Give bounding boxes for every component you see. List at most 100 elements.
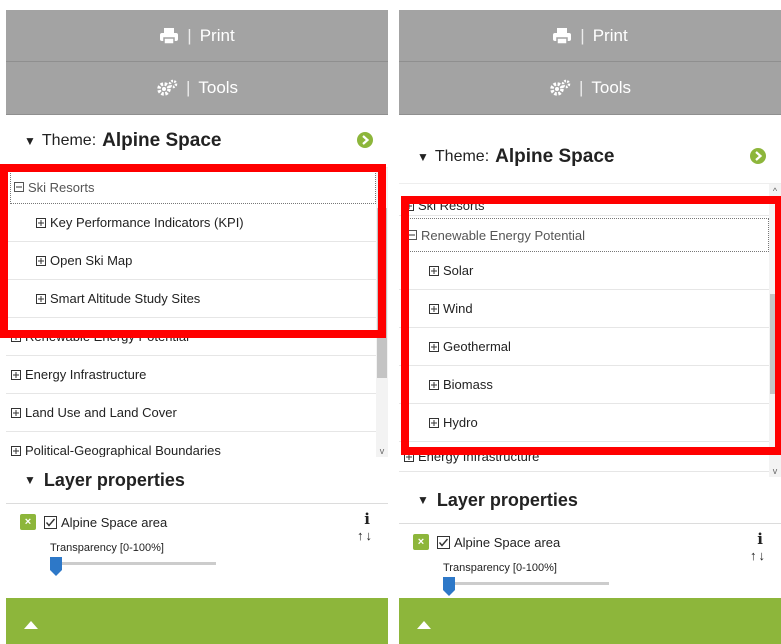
tree-scrollbar[interactable]: ^ v — [769, 184, 781, 477]
tree-item-open-ski-map[interactable]: Open Ski Map — [6, 242, 378, 280]
expand-icon — [429, 417, 439, 428]
theme-prefix: Theme: — [41, 132, 97, 149]
separator: | — [578, 78, 584, 97]
caret-down-icon: ▼ — [24, 134, 36, 148]
printer-icon — [159, 27, 179, 45]
tree-item-ski-resorts[interactable]: Ski Resorts — [10, 170, 376, 204]
tree-item-label: Geothermal — [443, 339, 511, 354]
layer-properties-area: × Alpine Space area i ↑↓ Transparency [0… — [6, 503, 388, 589]
tree-item-label: Energy Infrastructure — [418, 449, 540, 464]
print-label: Print — [199, 25, 235, 45]
layer-tree: Ski Resorts Renewable Energy Potential S… — [399, 183, 781, 477]
reorder-arrows-icon[interactable]: ↑↓ — [750, 548, 767, 563]
tree-scrollbar[interactable]: ^ v — [376, 168, 388, 457]
tree-item-geothermal[interactable]: Geothermal — [399, 328, 771, 366]
tree-item-wind[interactable]: Wind — [399, 290, 771, 328]
tools-button[interactable]: | Tools — [6, 62, 388, 115]
layer-properties-header[interactable]: ▼ Layer properties — [399, 477, 781, 523]
caret-down-icon: ▼ — [417, 493, 429, 507]
tools-button[interactable]: | Tools — [399, 62, 781, 115]
layer-properties-title: Layer properties — [436, 489, 578, 510]
expand-icon — [36, 293, 46, 304]
expand-icon — [11, 407, 21, 418]
expand-icon — [429, 341, 439, 352]
gears-icon — [156, 79, 178, 97]
theme-name: Alpine Space — [495, 146, 615, 167]
transparency-slider[interactable] — [443, 582, 609, 585]
layer-checkbox[interactable] — [44, 515, 57, 529]
layer-properties-header[interactable]: ▼ Layer properties — [6, 457, 388, 503]
print-button[interactable]: | Print — [399, 10, 781, 62]
layer-properties-area: × Alpine Space area i ↑↓ Transparency [0… — [399, 523, 781, 596]
tree-item-label: Hydro — [443, 415, 478, 430]
tree-item-energy-infrastructure[interactable]: Energy Infrastructure — [399, 442, 781, 472]
scrollbar-thumb[interactable] — [770, 294, 780, 394]
tree-item-land-use[interactable]: Land Use and Land Cover — [6, 394, 388, 432]
layer-checkbox[interactable] — [437, 535, 450, 549]
bottom-toggle-bar[interactable] — [399, 598, 781, 644]
expand-icon — [404, 451, 414, 462]
tree-item-biomass[interactable]: Biomass — [399, 366, 771, 404]
bottom-toggle-bar[interactable] — [6, 598, 388, 644]
collapse-icon — [14, 182, 24, 192]
tree-item-label: Renewable Energy Potential — [25, 329, 190, 344]
tree-item-solar[interactable]: Solar — [399, 252, 771, 290]
scroll-up-icon[interactable]: ^ — [769, 186, 781, 196]
tree-item-label: Wind — [443, 301, 473, 316]
theme-prefix: Theme: — [434, 148, 490, 165]
print-button[interactable]: | Print — [6, 10, 388, 62]
go-arrow-icon[interactable] — [357, 132, 373, 153]
tools-label: Tools — [591, 78, 632, 97]
caret-down-icon: ▼ — [24, 473, 36, 487]
gears-icon — [549, 79, 571, 97]
transparency-slider[interactable] — [50, 562, 216, 565]
tree-item-label: Solar — [443, 263, 474, 278]
scroll-down-icon[interactable]: v — [376, 446, 388, 456]
tree-item-label: Ski Resorts — [28, 179, 95, 195]
tree-item-smart-altitude[interactable]: Smart Altitude Study Sites — [6, 280, 378, 318]
scroll-down-icon[interactable]: v — [769, 466, 781, 476]
tree-item-ski-resorts[interactable]: Ski Resorts — [399, 184, 781, 216]
tree-item-energy-infrastructure[interactable]: Energy Infrastructure — [6, 356, 388, 394]
slider-handle[interactable] — [50, 557, 62, 576]
tree-item-kpi[interactable]: Key Performance Indicators (KPI) — [6, 204, 378, 242]
expand-icon — [404, 200, 414, 211]
go-arrow-icon[interactable] — [750, 148, 766, 169]
tree-item-renewable-energy[interactable]: Renewable Energy Potential — [403, 218, 769, 252]
collapse-icon — [407, 230, 417, 240]
slider-handle[interactable] — [443, 577, 455, 596]
theme-selector[interactable]: ▼ Theme: Alpine Space — [6, 115, 388, 167]
expand-icon — [429, 303, 439, 314]
expand-icon — [11, 445, 21, 456]
layer-tree: Ski Resorts Key Performance Indicators (… — [6, 167, 388, 457]
remove-layer-icon[interactable]: × — [20, 514, 36, 530]
tree-item-label: Land Use and Land Cover — [25, 405, 177, 420]
transparency-label: Transparency [0-100%] — [50, 542, 164, 554]
tree-item-label: Ski Resorts — [418, 198, 485, 213]
reorder-arrows-icon[interactable]: ↑↓ — [357, 528, 374, 543]
scroll-up-icon[interactable]: ^ — [376, 170, 388, 180]
caret-up-icon — [24, 616, 38, 634]
info-icon[interactable]: i — [364, 510, 370, 528]
layer-name: Alpine Space area — [454, 534, 561, 550]
tree-item-label: Energy Infrastructure — [25, 367, 147, 382]
tree-item-political-boundaries[interactable]: Political-Geographical Boundaries — [6, 432, 388, 457]
expand-icon — [429, 265, 439, 276]
tree-item-hydro[interactable]: Hydro — [399, 404, 771, 442]
separator: | — [580, 25, 585, 45]
tree-item-renewable-energy[interactable]: Renewable Energy Potential — [6, 318, 388, 356]
expand-icon — [36, 217, 46, 228]
remove-layer-icon[interactable]: × — [413, 534, 429, 550]
scrollbar-thumb[interactable] — [377, 208, 387, 378]
expand-icon — [11, 369, 21, 380]
printer-icon — [552, 27, 572, 45]
tree-item-label: Biomass — [443, 377, 493, 392]
caret-up-icon — [417, 616, 431, 634]
layer-properties-title: Layer properties — [43, 469, 185, 490]
theme-selector[interactable]: ▼ Theme: Alpine Space — [399, 131, 781, 183]
expand-icon — [429, 379, 439, 390]
info-icon[interactable]: i — [757, 530, 763, 548]
right-panel: | Print | Tools ▼ Theme: Alpine Space Sk… — [399, 10, 781, 644]
left-panel: | Print | Tools ▼ Theme: Alpine Space Sk… — [6, 10, 388, 644]
expand-icon — [11, 331, 21, 342]
